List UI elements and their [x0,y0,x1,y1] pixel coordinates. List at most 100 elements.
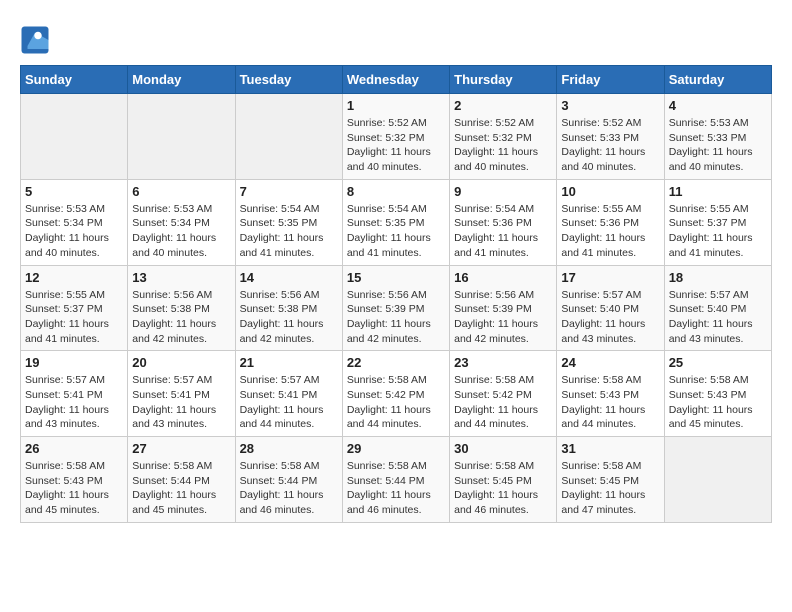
calendar-cell: 1Sunrise: 5:52 AMSunset: 5:32 PMDaylight… [342,94,449,180]
day-info: Sunrise: 5:57 AMSunset: 5:40 PMDaylight:… [669,288,767,347]
header-day-sunday: Sunday [21,66,128,94]
day-info: Sunrise: 5:58 AMSunset: 5:44 PMDaylight:… [240,459,338,518]
calendar-body: 1Sunrise: 5:52 AMSunset: 5:32 PMDaylight… [21,94,772,523]
day-info: Sunrise: 5:54 AMSunset: 5:35 PMDaylight:… [347,202,445,261]
calendar-cell: 13Sunrise: 5:56 AMSunset: 5:38 PMDayligh… [128,265,235,351]
header-day-saturday: Saturday [664,66,771,94]
day-number: 1 [347,98,445,113]
calendar-cell: 20 Sunrise: 5:57 AMSunset: 5:41 PMDayligh… [128,351,235,437]
header-day-monday: Monday [128,66,235,94]
calendar-cell: 26 Sunrise: 5:58 AMSunset: 5:43 PMDayligh… [21,437,128,523]
calendar-cell: 28 Sunrise: 5:58 AMSunset: 5:44 PMDayligh… [235,437,342,523]
day-info: Sunrise: 5:58 AMSunset: 5:44 PMDaylight:… [347,459,445,518]
day-number: 19 [25,355,123,370]
day-number: 23 [454,355,552,370]
day-number: 25 [669,355,767,370]
calendar-cell [21,94,128,180]
day-number: 7 [240,184,338,199]
week-row-2: 5 Sunrise: 5:53 AMSunset: 5:34 PMDaylight… [21,179,772,265]
calendar-cell: 27Sunrise: 5:58 AMSunset: 5:44 PMDayligh… [128,437,235,523]
day-info: Sunrise: 5:58 AMSunset: 5:45 PMDaylight:… [561,459,659,518]
calendar-cell: 5 Sunrise: 5:53 AMSunset: 5:34 PMDaylight… [21,179,128,265]
calendar-cell: 6 Sunrise: 5:53 AMSunset: 5:34 PMDaylight… [128,179,235,265]
day-info: Sunrise: 5:54 AMSunset: 5:35 PMDaylight:… [240,202,338,261]
calendar-table: SundayMondayTuesdayWednesdayThursdayFrid… [20,65,772,523]
day-number: 17 [561,270,659,285]
day-number: 18 [669,270,767,285]
day-info: Sunrise: 5:53 AMSunset: 5:33 PMDaylight:… [669,116,767,175]
day-info: Sunrise: 5:53 AMSunset: 5:34 PMDaylight:… [25,202,123,261]
day-info: Sunrise: 5:55 AMSunset: 5:37 PMDaylight:… [25,288,123,347]
day-number: 22 [347,355,445,370]
day-number: 5 [25,184,123,199]
calendar-cell: 23 Sunrise: 5:58 AMSunset: 5:42 PMDayligh… [450,351,557,437]
day-number: 3 [561,98,659,113]
day-number: 2 [454,98,552,113]
day-number: 9 [454,184,552,199]
day-number: 24 [561,355,659,370]
day-info: Sunrise: 5:58 AMSunset: 5:42 PMDaylight:… [347,373,445,432]
calendar-cell [664,437,771,523]
day-info: Sunrise: 5:56 AMSunset: 5:38 PMDaylight:… [240,288,338,347]
header-day-wednesday: Wednesday [342,66,449,94]
week-row-1: 1Sunrise: 5:52 AMSunset: 5:32 PMDaylight… [21,94,772,180]
day-number: 4 [669,98,767,113]
day-info: Sunrise: 5:57 AMSunset: 5:40 PMDaylight:… [561,288,659,347]
day-info: Sunrise: 5:58 AMSunset: 5:43 PMDaylight:… [25,459,123,518]
calendar-cell: 9Sunrise: 5:54 AMSunset: 5:36 PMDaylight… [450,179,557,265]
logo-icon [20,25,50,55]
day-info: Sunrise: 5:53 AMSunset: 5:34 PMDaylight:… [132,202,230,261]
day-info: Sunrise: 5:55 AMSunset: 5:36 PMDaylight:… [561,202,659,261]
header [20,20,772,55]
day-info: Sunrise: 5:57 AMSunset: 5:41 PMDaylight:… [132,373,230,432]
header-day-tuesday: Tuesday [235,66,342,94]
day-number: 11 [669,184,767,199]
day-info: Sunrise: 5:58 AMSunset: 5:42 PMDaylight:… [454,373,552,432]
day-number: 13 [132,270,230,285]
calendar-cell: 21 Sunrise: 5:57 AMSunset: 5:41 PMDayligh… [235,351,342,437]
day-number: 28 [240,441,338,456]
day-info: Sunrise: 5:55 AMSunset: 5:37 PMDaylight:… [669,202,767,261]
day-number: 20 [132,355,230,370]
day-info: Sunrise: 5:57 AMSunset: 5:41 PMDaylight:… [240,373,338,432]
header-day-thursday: Thursday [450,66,557,94]
week-row-3: 12 Sunrise: 5:55 AMSunset: 5:37 PMDayligh… [21,265,772,351]
logo [20,25,54,55]
header-day-friday: Friday [557,66,664,94]
day-info: Sunrise: 5:52 AMSunset: 5:33 PMDaylight:… [561,116,659,175]
week-row-5: 26 Sunrise: 5:58 AMSunset: 5:43 PMDayligh… [21,437,772,523]
calendar-cell: 19 Sunrise: 5:57 AMSunset: 5:41 PMDayligh… [21,351,128,437]
day-number: 26 [25,441,123,456]
day-info: Sunrise: 5:58 AMSunset: 5:45 PMDaylight:… [454,459,552,518]
day-number: 15 [347,270,445,285]
calendar-cell: 14 Sunrise: 5:56 AMSunset: 5:38 PMDayligh… [235,265,342,351]
calendar-cell: 30Sunrise: 5:58 AMSunset: 5:45 PMDayligh… [450,437,557,523]
day-number: 10 [561,184,659,199]
header-row: SundayMondayTuesdayWednesdayThursdayFrid… [21,66,772,94]
calendar-cell: 22 Sunrise: 5:58 AMSunset: 5:42 PMDayligh… [342,351,449,437]
calendar-cell: 16Sunrise: 5:56 AMSunset: 5:39 PMDayligh… [450,265,557,351]
calendar-header: SundayMondayTuesdayWednesdayThursdayFrid… [21,66,772,94]
calendar-cell: 25Sunrise: 5:58 AMSunset: 5:43 PMDayligh… [664,351,771,437]
calendar-cell [235,94,342,180]
day-number: 21 [240,355,338,370]
calendar-cell: 4 Sunrise: 5:53 AMSunset: 5:33 PMDaylight… [664,94,771,180]
day-number: 14 [240,270,338,285]
calendar-cell: 7 Sunrise: 5:54 AMSunset: 5:35 PMDaylight… [235,179,342,265]
calendar-cell: 3 Sunrise: 5:52 AMSunset: 5:33 PMDaylight… [557,94,664,180]
day-info: Sunrise: 5:57 AMSunset: 5:41 PMDaylight:… [25,373,123,432]
calendar-cell: 17 Sunrise: 5:57 AMSunset: 5:40 PMDayligh… [557,265,664,351]
calendar-cell: 29 Sunrise: 5:58 AMSunset: 5:44 PMDayligh… [342,437,449,523]
calendar-cell: 12 Sunrise: 5:55 AMSunset: 5:37 PMDayligh… [21,265,128,351]
day-number: 6 [132,184,230,199]
calendar-cell [128,94,235,180]
calendar-cell: 31 Sunrise: 5:58 AMSunset: 5:45 PMDayligh… [557,437,664,523]
day-info: Sunrise: 5:56 AMSunset: 5:39 PMDaylight:… [347,288,445,347]
day-number: 29 [347,441,445,456]
day-number: 31 [561,441,659,456]
week-row-4: 19 Sunrise: 5:57 AMSunset: 5:41 PMDayligh… [21,351,772,437]
day-info: Sunrise: 5:58 AMSunset: 5:43 PMDaylight:… [561,373,659,432]
day-number: 12 [25,270,123,285]
calendar-cell: 18 Sunrise: 5:57 AMSunset: 5:40 PMDayligh… [664,265,771,351]
day-number: 8 [347,184,445,199]
